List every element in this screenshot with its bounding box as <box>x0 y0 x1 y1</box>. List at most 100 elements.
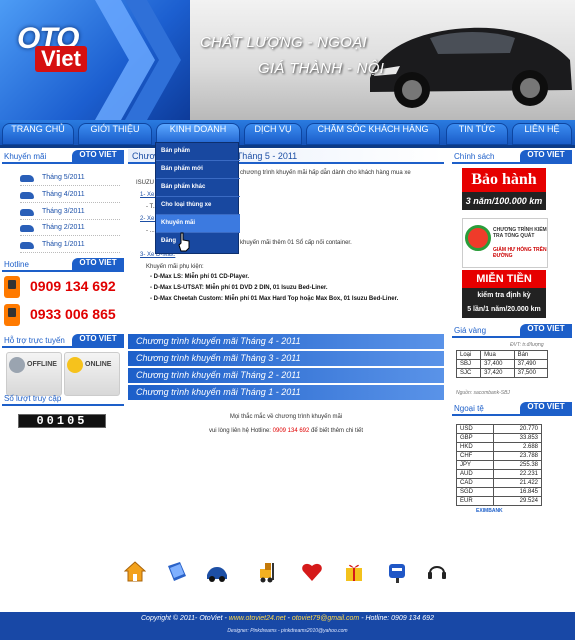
footer-designer: Designer: Pinkdreams - pinkdreams2010@ya… <box>227 628 348 634</box>
gold-header: Mua <box>480 350 515 360</box>
slogan-price: GIÁ THÀNH - NỘI <box>258 60 385 77</box>
visits-box-title: Số lượt truy cập <box>2 392 124 406</box>
fx-cell: 20.770 <box>493 424 542 434</box>
fx-box-title: Ngoại tệ OTO VIET <box>452 402 572 416</box>
website-link[interactable]: www.otoviet24.net <box>229 615 286 622</box>
gold-box-title: Giá vàng OTO VIET <box>452 324 572 338</box>
fx-cell: 2.688 <box>493 442 542 452</box>
support-online-button[interactable]: ONLINE <box>64 352 120 396</box>
logo-viet-text: Viet <box>35 46 87 72</box>
dropdown-item[interactable]: Bán phẩm khác <box>156 179 240 197</box>
dropdown-item[interactable]: Bán phẩm mới <box>156 161 240 179</box>
promo-item[interactable]: Tháng 3/2011 <box>20 206 120 220</box>
nav-about[interactable]: GIỚI THIỆU <box>78 123 152 145</box>
promo-item[interactable]: Tháng 1/2011 <box>20 239 120 253</box>
inspection-badge-icon <box>465 225 491 251</box>
oto-viet-tag: OTO VIET <box>520 150 572 164</box>
email-link[interactable]: otoviet79@gmail.com <box>292 615 359 622</box>
promo-item[interactable]: Tháng 4/2011 <box>20 189 120 203</box>
dropdown-item[interactable]: Đăng <box>156 233 240 251</box>
promo-title: Khuyến mãi <box>4 152 47 161</box>
free-labor-terms: kiểm tra định kỳ 5 lần/1 năm/20.000 km <box>462 288 546 318</box>
table-row: SJC 37,420 37,500 <box>455 368 549 378</box>
note-hotline[interactable]: 0909 134 692 <box>273 428 310 434</box>
dropdown-item[interactable]: Cho loại thùng xe <box>156 197 240 215</box>
car-icon[interactable] <box>206 560 228 584</box>
content-line: - D-Max LS: Miễn phí 01 CD-Player. <box>150 274 250 280</box>
table-row: CHF 23.788 <box>455 451 542 461</box>
fx-cell: 255.38 <box>493 460 542 470</box>
promo-month-bar[interactable]: Chương trình khuyến mãi Tháng 2 - 2011 <box>128 368 444 383</box>
gold-header: Bán <box>513 350 549 360</box>
dropdown-item[interactable]: Bán phẩm <box>156 143 240 161</box>
fx-cell: CAD <box>455 478 495 488</box>
promo-month-bar[interactable]: Chương trình khuyến mãi Tháng 1 - 2011 <box>128 385 444 400</box>
inspection-line: CHƯƠNG TRÌNH KIỂM TRA TỔNG QUÁT <box>493 227 547 239</box>
heart-icon[interactable] <box>301 560 323 584</box>
inspection-line: GIẢM HƯ HỎNG TRÊN ĐƯỜNG <box>493 247 547 259</box>
promotion-icon[interactable] <box>343 560 365 584</box>
nav-services[interactable]: DỊCH VỤ <box>244 123 302 145</box>
fx-title: Ngoại tệ <box>454 404 484 413</box>
dropdown-item-label: Cho loại thùng xe <box>161 202 212 208</box>
nav-customer-care[interactable]: CHĂM SÓC KHÁCH HÀNG <box>306 123 440 145</box>
mailbox-icon[interactable] <box>386 560 408 584</box>
promo-month-bar[interactable]: Chương trình khuyến mãi Tháng 3 - 2011 <box>128 351 444 366</box>
fx-rate-table: USD 20.770 GBP 33.853 HKD 2.688 CHF 23.788 J… <box>455 424 542 506</box>
promo-month-bar[interactable]: Chương trình khuyến mãi Tháng 4 - 2011 <box>128 334 444 349</box>
oto-viet-logo[interactable]: OTO Viet <box>3 22 101 80</box>
oto-viet-tag: OTO VIET <box>520 324 572 338</box>
contact-note-line: vui lòng liên hệ Hotline: 0909 134 692 đ… <box>128 428 444 434</box>
oto-viet-tag: OTO VIET <box>72 334 124 348</box>
support-box-title: Hỗ trợ trực tuyến OTO VIET <box>2 334 124 348</box>
fx-cell: HKD <box>455 442 495 452</box>
dropdown-item-hovered[interactable]: Khuyến mãi <box>156 215 240 233</box>
main-nav: TRANG CHỦ GIỚI THIỆU KINH DOANH DỊCH VỤ … <box>0 120 575 148</box>
offline-face-icon <box>9 357 25 373</box>
contact-note-line: Mọi thắc mắc về chương trình khuyến mãi <box>229 414 343 420</box>
dropdown-item-label: Khuyến mãi <box>161 220 196 226</box>
promo-item-label: Tháng 1/2011 <box>42 241 85 248</box>
oto-viet-tag: OTO VIET <box>72 150 124 164</box>
oto-viet-tag: OTO VIET <box>72 258 124 272</box>
oto-viet-tag: OTO VIET <box>520 402 572 416</box>
gold-cell: SJC <box>455 368 482 378</box>
dropdown-item-label: Bán phẩm khác <box>161 184 206 190</box>
promo-item-label: Tháng 3/2011 <box>42 208 85 215</box>
hotline-number[interactable]: 0909 134 692 <box>30 278 116 294</box>
mobile-phone-icon <box>4 276 20 298</box>
support-headset-icon[interactable] <box>426 560 448 584</box>
inspection-banner[interactable]: CHƯƠNG TRÌNH KIỂM TRA TỔNG QUÁT GIẢM HƯ … <box>462 218 548 268</box>
content-line: - ... <box>146 228 155 234</box>
promo-item[interactable]: Tháng 5/2011 <box>20 172 120 186</box>
gold-price-table: Loại Mua Bán SBJ 37,400 37,490 SJC 37,420 37,5… <box>455 350 549 378</box>
warranty-banner[interactable]: Bảo hành 3 năm/100.000 km <box>462 168 546 214</box>
promo-item-label: Tháng 2/2011 <box>42 224 85 231</box>
free-labor-title[interactable]: MIỄN TIỀN CÔNG <box>462 270 546 303</box>
home-icon[interactable] <box>124 560 146 584</box>
support-offline-button[interactable]: OFFLINE <box>6 352 62 396</box>
nav-contact[interactable]: LIÊN HỆ <box>512 123 572 145</box>
promo-item-label: Tháng 5/2011 <box>42 174 85 181</box>
note-prefix: vui lòng liên hệ Hotline: <box>208 428 273 434</box>
business-dropdown-menu: Bán phẩm Bán phẩm mới Bán phẩm khác Cho … <box>155 142 240 254</box>
promo-item[interactable]: Tháng 2/2011 <box>20 222 120 236</box>
gold-cell: 37,400 <box>480 359 515 369</box>
sports-car-image <box>370 27 572 108</box>
forklift-icon[interactable] <box>257 560 279 584</box>
promo-item-label: Tháng 4/2011 <box>42 191 85 198</box>
nav-news[interactable]: TIN TỨC <box>446 123 508 145</box>
gold-header: Loại <box>455 350 482 360</box>
fx-cell: AUD <box>455 469 495 479</box>
fx-cell: 23.788 <box>493 451 542 461</box>
hotline-number[interactable]: 0933 006 865 <box>30 306 116 322</box>
car-icon <box>20 242 34 249</box>
free-labor-line: kiểm tra định kỳ <box>477 292 531 299</box>
policy-box-title: Chính sách OTO VIET <box>452 150 572 164</box>
online-face-icon <box>67 357 83 373</box>
free-labor-line: 5 lần/1 năm/20.000 km <box>467 306 541 313</box>
fx-cell: 21.422 <box>493 478 542 488</box>
book-icon[interactable] <box>166 560 188 584</box>
table-row: GBP 33.853 <box>455 433 542 443</box>
nav-home[interactable]: TRANG CHỦ <box>2 123 74 145</box>
